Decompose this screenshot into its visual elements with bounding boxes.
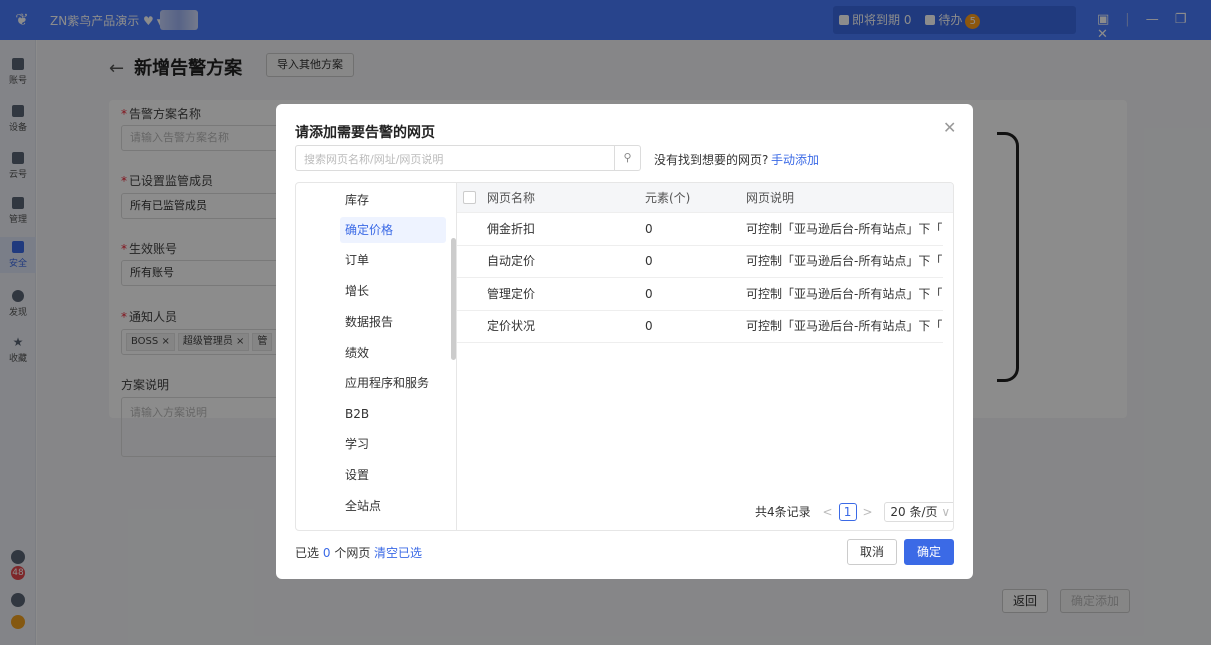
select-all-checkbox[interactable] [463, 191, 476, 204]
next-page-icon[interactable]: > [863, 505, 873, 519]
ok-button[interactable]: 确定 [904, 539, 955, 565]
category-item-growth[interactable]: 增长 [340, 278, 446, 304]
row-name: 佣金折扣 [487, 222, 536, 236]
table-row[interactable]: 定价状况 0 可控制「亚马逊后台-所有站点」下「... [457, 311, 943, 343]
table-row[interactable]: 佣金折扣 0 可控制「亚马逊后台-所有站点」下「... [457, 214, 943, 246]
webpage-search-input[interactable]: 搜索网页名称/网址/网页说明 ⚲ [295, 145, 641, 171]
manual-add-link[interactable]: 手动添加 [771, 151, 819, 168]
table-header: 网页名称 元素(个) 网页说明 [457, 183, 953, 213]
category-item-orders[interactable]: 订单 [340, 247, 446, 273]
category-item-apps[interactable]: 应用程序和服务 [340, 370, 446, 396]
column-header: 元素(个) [645, 191, 691, 205]
category-item-reports[interactable]: 数据报告 [340, 309, 446, 335]
cancel-button[interactable]: 取消 [847, 539, 898, 565]
row-name: 定价状况 [487, 319, 536, 333]
row-desc: 可控制「亚马逊后台-所有站点」下「... [746, 254, 942, 268]
row-desc: 可控制「亚马逊后台-所有站点」下「... [746, 319, 942, 333]
selected-count: 已选 0 个网页 [295, 544, 370, 561]
close-icon[interactable]: ✕ [943, 118, 956, 137]
total-records: 共4条记录 [755, 505, 811, 519]
category-item-inventory[interactable]: 库存 [340, 187, 446, 213]
add-webpage-dialog: 请添加需要告警的网页 ✕ 搜索网页名称/网址/网页说明 ⚲ 没有找到想要的网页?… [276, 104, 973, 579]
chevron-down-icon: ∨ [941, 505, 951, 519]
category-item-b2b[interactable]: B2B [340, 401, 446, 427]
not-found-text: 没有找到想要的网页? [654, 153, 769, 167]
category-item-settings[interactable]: 设置 [340, 462, 446, 488]
category-item-learn[interactable]: 学习 [340, 431, 446, 457]
category-item-all-sites[interactable]: 全站点 [340, 493, 446, 519]
row-desc: 可控制「亚马逊后台-所有站点」下「... [746, 222, 942, 236]
dialog-title: 请添加需要告警的网页 [295, 125, 435, 141]
row-count: 0 [645, 254, 653, 268]
row-count: 0 [645, 222, 653, 236]
clear-selected-link[interactable]: 清空已选 [374, 544, 422, 561]
row-desc: 可控制「亚马逊后台-所有站点」下「... [746, 287, 942, 301]
column-header: 网页说明 [746, 191, 795, 205]
row-name: 管理定价 [487, 287, 536, 301]
page-size-select[interactable]: 20 条/页 ∨ [884, 502, 953, 522]
table-row[interactable]: 自动定价 0 可控制「亚马逊后台-所有站点」下「... [457, 246, 943, 278]
column-header: 网页名称 [487, 191, 536, 205]
category-item-performance[interactable]: 绩效 [340, 340, 446, 366]
row-count: 0 [645, 287, 653, 301]
row-count: 0 [645, 319, 653, 333]
search-icon[interactable]: ⚲ [614, 146, 640, 170]
pagination: 共4条记录 <1 > 20 条/页 ∨ [755, 502, 953, 522]
table-row[interactable]: 管理定价 0 可控制「亚马逊后台-所有站点」下「... [457, 279, 943, 311]
selected-prefix: 已选 [295, 546, 320, 560]
page-size-value: 20 条/页 [890, 505, 938, 519]
category-list: 库存 确定价格 订单 增长 数据报告 绩效 应用程序和服务 B2B 学习 设置 … [296, 183, 457, 530]
page-number[interactable]: 1 [838, 503, 857, 521]
prev-page-icon[interactable]: < [822, 505, 832, 519]
category-item-pricing[interactable]: 确定价格 [340, 217, 446, 243]
row-name: 自动定价 [487, 254, 536, 268]
selected-number: 0 [322, 546, 331, 560]
search-placeholder: 搜索网页名称/网址/网页说明 [304, 153, 444, 166]
webpage-picker: 库存 确定价格 订单 增长 数据报告 绩效 应用程序和服务 B2B 学习 设置 … [295, 182, 954, 531]
category-scrollbar[interactable] [451, 238, 456, 360]
selected-suffix: 个网页 [334, 546, 371, 560]
